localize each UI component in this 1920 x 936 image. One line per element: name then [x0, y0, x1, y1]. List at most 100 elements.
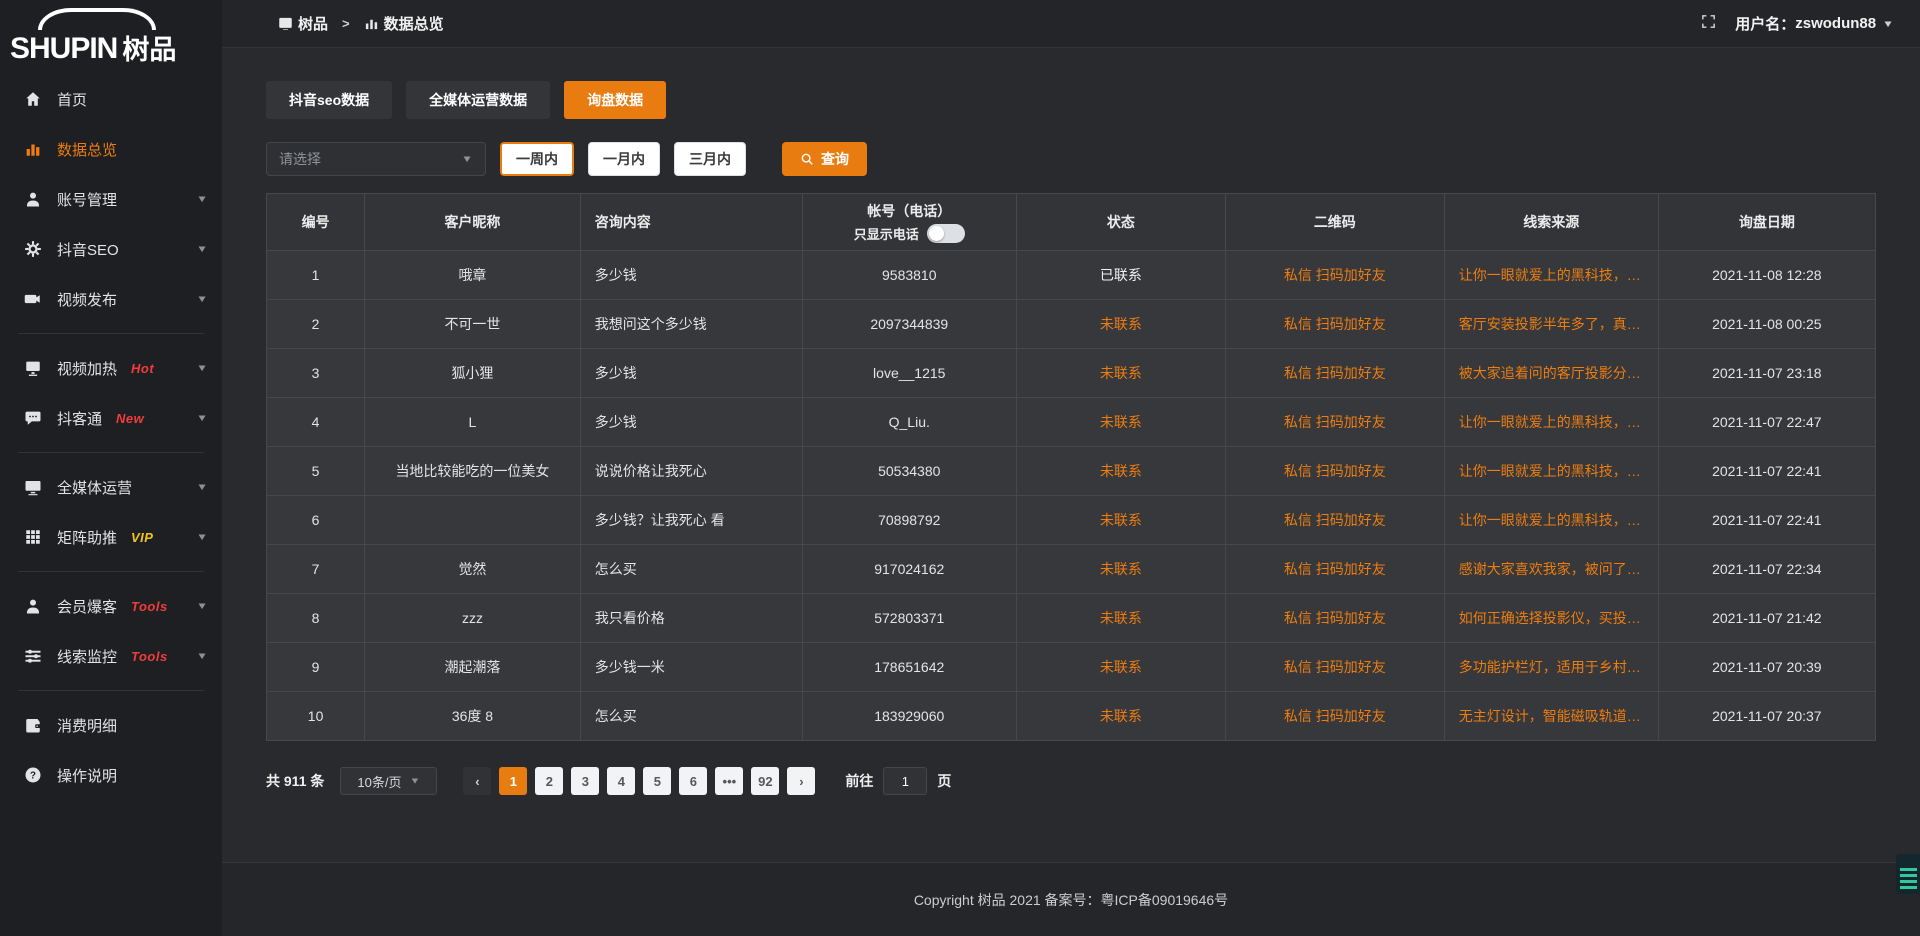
chevron-down-icon: ▼ [196, 650, 208, 661]
table-row: 3狐小狸多少钱love__1215未联系私信 扫码加好友被大家追着问的客厅投影分… [267, 349, 1876, 398]
cell-qr[interactable]: 私信 扫码加好友 [1225, 594, 1444, 643]
cell-qr[interactable]: 私信 扫码加好友 [1225, 447, 1444, 496]
breadcrumb-separator: > [342, 16, 350, 31]
sidebar-item-账号管理[interactable]: 账号管理▼ [0, 174, 222, 224]
sidebar-item-首页[interactable]: 首页 [0, 74, 222, 124]
next-page-button[interactable]: › [787, 767, 815, 795]
cell-source[interactable]: 让你一眼就爱上的黑科技，能... [1444, 496, 1658, 545]
page-button-92[interactable]: 92 [751, 767, 779, 795]
cell-source[interactable]: 让你一眼就爱上的黑科技，能... [1444, 447, 1658, 496]
menu-divider [18, 690, 204, 691]
cell-no: 5 [267, 447, 365, 496]
breadcrumb-root[interactable]: 树品 [298, 13, 328, 34]
range-button-一周内[interactable]: 一周内 [500, 142, 574, 176]
sidebar-item-视频发布[interactable]: 视频发布▼ [0, 274, 222, 324]
topbar-right: 用户名： zswodun88 ▼ [1700, 13, 1894, 35]
phone-only-toggle[interactable] [927, 224, 965, 243]
page-button-4[interactable]: 4 [607, 767, 635, 795]
cell-qr[interactable]: 私信 扫码加好友 [1225, 300, 1444, 349]
cell-date: 2021-11-07 23:18 [1658, 349, 1875, 398]
cell-qr[interactable]: 私信 扫码加好友 [1225, 692, 1444, 741]
page-button-6[interactable]: 6 [679, 767, 707, 795]
sidebar-item-矩阵助推[interactable]: 矩阵助推VIP▼ [0, 512, 222, 562]
cell-qr[interactable]: 私信 扫码加好友 [1225, 349, 1444, 398]
page-button-5[interactable]: 5 [643, 767, 671, 795]
wallet-icon [24, 716, 42, 734]
goto-page-input[interactable] [883, 767, 927, 795]
tab-全媒体运营数据[interactable]: 全媒体运营数据 [406, 81, 550, 119]
cell-no: 7 [267, 545, 365, 594]
sidebar-item-全媒体运营[interactable]: 全媒体运营▼ [0, 462, 222, 512]
cell-nickname: 不可一世 [365, 300, 581, 349]
cell-qr[interactable]: 私信 扫码加好友 [1225, 251, 1444, 300]
breadcrumb-current[interactable]: 数据总览 [384, 13, 444, 34]
sidebar-item-label: 视频加热 [57, 358, 117, 379]
username-value: zswodun88 [1795, 15, 1876, 32]
sidebar-item-线索监控[interactable]: 线索监控Tools▼ [0, 631, 222, 681]
cell-account: 70898792 [802, 496, 1016, 545]
menu-divider [18, 571, 204, 572]
sidebar-item-抖音SEO[interactable]: 抖音SEO▼ [0, 224, 222, 274]
sidebar-item-label: 抖客通 [57, 408, 102, 429]
range-button-三月内[interactable]: 三月内 [674, 142, 746, 176]
cell-source[interactable]: 客厅安装投影半年多了，真实... [1444, 300, 1658, 349]
search-button[interactable]: 查询 [782, 142, 867, 176]
chevron-down-icon: ▼ [196, 412, 208, 423]
sidebar-item-数据总览[interactable]: 数据总览 [0, 124, 222, 174]
sidebar-item-操作说明[interactable]: ?操作说明 [0, 750, 222, 800]
bar-chart-icon [364, 16, 379, 31]
sidebar-item-label: 视频发布 [57, 289, 117, 310]
help-icon: ? [24, 766, 42, 784]
tab-询盘数据[interactable]: 询盘数据 [564, 81, 666, 119]
user-menu[interactable]: 用户名： zswodun88 ▼ [1735, 13, 1894, 34]
prev-page-button[interactable]: ‹ [463, 767, 491, 795]
sidebar-item-会员爆客[interactable]: 会员爆客Tools▼ [0, 581, 222, 631]
page-button-1[interactable]: 1 [499, 767, 527, 795]
cell-nickname: 哦章 [365, 251, 581, 300]
cell-nickname [365, 496, 581, 545]
page-button-3[interactable]: 3 [571, 767, 599, 795]
gear-icon [24, 240, 42, 258]
cell-source[interactable]: 让你一眼就爱上的黑科技，能... [1444, 251, 1658, 300]
page-button-2[interactable]: 2 [535, 767, 563, 795]
search-icon [800, 152, 814, 166]
cell-no: 9 [267, 643, 365, 692]
cell-qr[interactable]: 私信 扫码加好友 [1225, 643, 1444, 692]
cell-account: love__1215 [802, 349, 1016, 398]
sidebar-item-视频加热[interactable]: 视频加热Hot▼ [0, 343, 222, 393]
cell-qr[interactable]: 私信 扫码加好友 [1225, 545, 1444, 594]
cell-source[interactable]: 多功能护栏灯，适用于乡村文... [1444, 643, 1658, 692]
sidebar-item-label: 线索监控 [57, 646, 117, 667]
data-tabs: 抖音seo数据全媒体运营数据询盘数据 [266, 81, 1876, 119]
cell-source[interactable]: 被大家追着问的客厅投影分享... [1444, 349, 1658, 398]
content: 抖音seo数据全媒体运营数据询盘数据 请选择 ▼ 一周内一月内三月内 查询 [222, 48, 1920, 862]
cell-nickname: 觉然 [365, 545, 581, 594]
page-ellipsis-button[interactable]: ••• [715, 767, 743, 795]
cell-source[interactable]: 如何正确选择投影仪，买投影... [1444, 594, 1658, 643]
sidebar-item-抖客通[interactable]: 抖客通New▼ [0, 393, 222, 443]
fullscreen-icon[interactable] [1700, 13, 1717, 35]
chevron-down-icon: ▼ [196, 600, 208, 611]
cell-source[interactable]: 让你一眼就爱上的黑科技，能... [1444, 398, 1658, 447]
cell-source[interactable]: 无主灯设计，智能磁吸轨道灯... [1444, 692, 1658, 741]
corner-widget-stripes [1900, 868, 1917, 890]
cell-qr[interactable]: 私信 扫码加好友 [1225, 398, 1444, 447]
corner-widget-icon[interactable] [1896, 854, 1920, 894]
page-size-select[interactable]: 10条/页 ▼ [340, 767, 437, 795]
sidebar-item-消费明细[interactable]: 消费明细 [0, 700, 222, 750]
cell-source[interactable]: 感谢大家喜欢我家，被问了好... [1444, 545, 1658, 594]
cell-status: 未联系 [1016, 594, 1225, 643]
page-buttons: 123456 ••• 92 [491, 767, 779, 795]
chevron-down-icon: ▼ [196, 193, 208, 204]
cell-date: 2021-11-07 22:34 [1658, 545, 1875, 594]
cell-status: 未联系 [1016, 447, 1225, 496]
filter-select[interactable]: 请选择 ▼ [266, 142, 486, 176]
sidebar-item-badge: VIP [131, 530, 153, 545]
sidebar-item-label: 抖音SEO [57, 239, 119, 260]
range-button-一月内[interactable]: 一月内 [588, 142, 660, 176]
cell-date: 2021-11-07 22:47 [1658, 398, 1875, 447]
tab-抖音seo数据[interactable]: 抖音seo数据 [266, 81, 392, 119]
sidebar-item-label: 消费明细 [57, 715, 117, 736]
table-row: 6多少钱？让我死心 看70898792未联系私信 扫码加好友让你一眼就爱上的黑科… [267, 496, 1876, 545]
cell-qr[interactable]: 私信 扫码加好友 [1225, 496, 1444, 545]
